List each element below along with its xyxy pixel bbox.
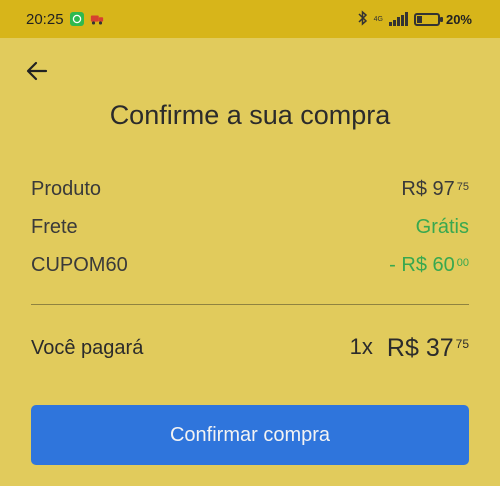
order-summary: Produto R$ 97 75 Frete Grátis CUPOM60 - … xyxy=(31,170,469,284)
page-title: Confirme a sua compra xyxy=(109,100,391,130)
product-price-cents: 75 xyxy=(456,180,469,193)
signal-icon xyxy=(388,12,408,26)
summary-divider xyxy=(31,304,469,305)
total-amount-main: R$ 37 xyxy=(386,334,454,362)
coupon-discount: - R$ 60 00 xyxy=(389,254,469,277)
total-row: Você pagará 1x R$ 37 75 xyxy=(31,334,469,363)
total-label: Você pagará xyxy=(31,337,144,359)
installments: 1x xyxy=(349,334,373,359)
status-bar: 20:25 4G 20% xyxy=(0,0,500,38)
shipping-label: Frete xyxy=(31,215,78,238)
product-price-main: R$ 97 xyxy=(401,177,455,200)
confirm-purchase-button[interactable]: Confirmar compra xyxy=(31,405,469,465)
delivery-app-icon xyxy=(90,12,104,26)
coupon-discount-main: - R$ 60 xyxy=(389,253,455,276)
total-value: 1x R$ 37 75 xyxy=(350,334,469,363)
summary-row-product: Produto R$ 97 75 xyxy=(31,170,469,208)
product-label: Produto xyxy=(31,177,102,200)
shipping-price: Grátis xyxy=(416,216,469,239)
product-price: R$ 97 75 xyxy=(401,178,469,201)
summary-row-coupon: CUPOM60 - R$ 60 00 xyxy=(31,246,469,284)
battery-percent: 20% xyxy=(445,11,472,27)
network-type: 4G xyxy=(374,16,383,23)
whatsapp-icon xyxy=(69,12,84,26)
status-right: 4G 20% xyxy=(358,9,472,29)
coupon-label: CUPOM60 xyxy=(31,253,128,276)
shipping-price-main: Grátis xyxy=(415,215,469,238)
status-left: 20:25 xyxy=(26,11,104,28)
arrow-left-icon xyxy=(26,61,48,81)
total-amount: R$ 37 75 xyxy=(387,334,469,363)
status-time: 20:25 xyxy=(26,10,64,28)
network-label: 4G xyxy=(373,15,383,23)
total-amount-cents: 75 xyxy=(455,337,469,351)
back-button[interactable] xyxy=(24,58,50,84)
bluetooth-icon xyxy=(358,9,368,29)
summary-row-shipping: Frete Grátis xyxy=(31,208,469,246)
battery-icon xyxy=(413,12,443,26)
coupon-discount-cents: 00 xyxy=(456,256,469,269)
